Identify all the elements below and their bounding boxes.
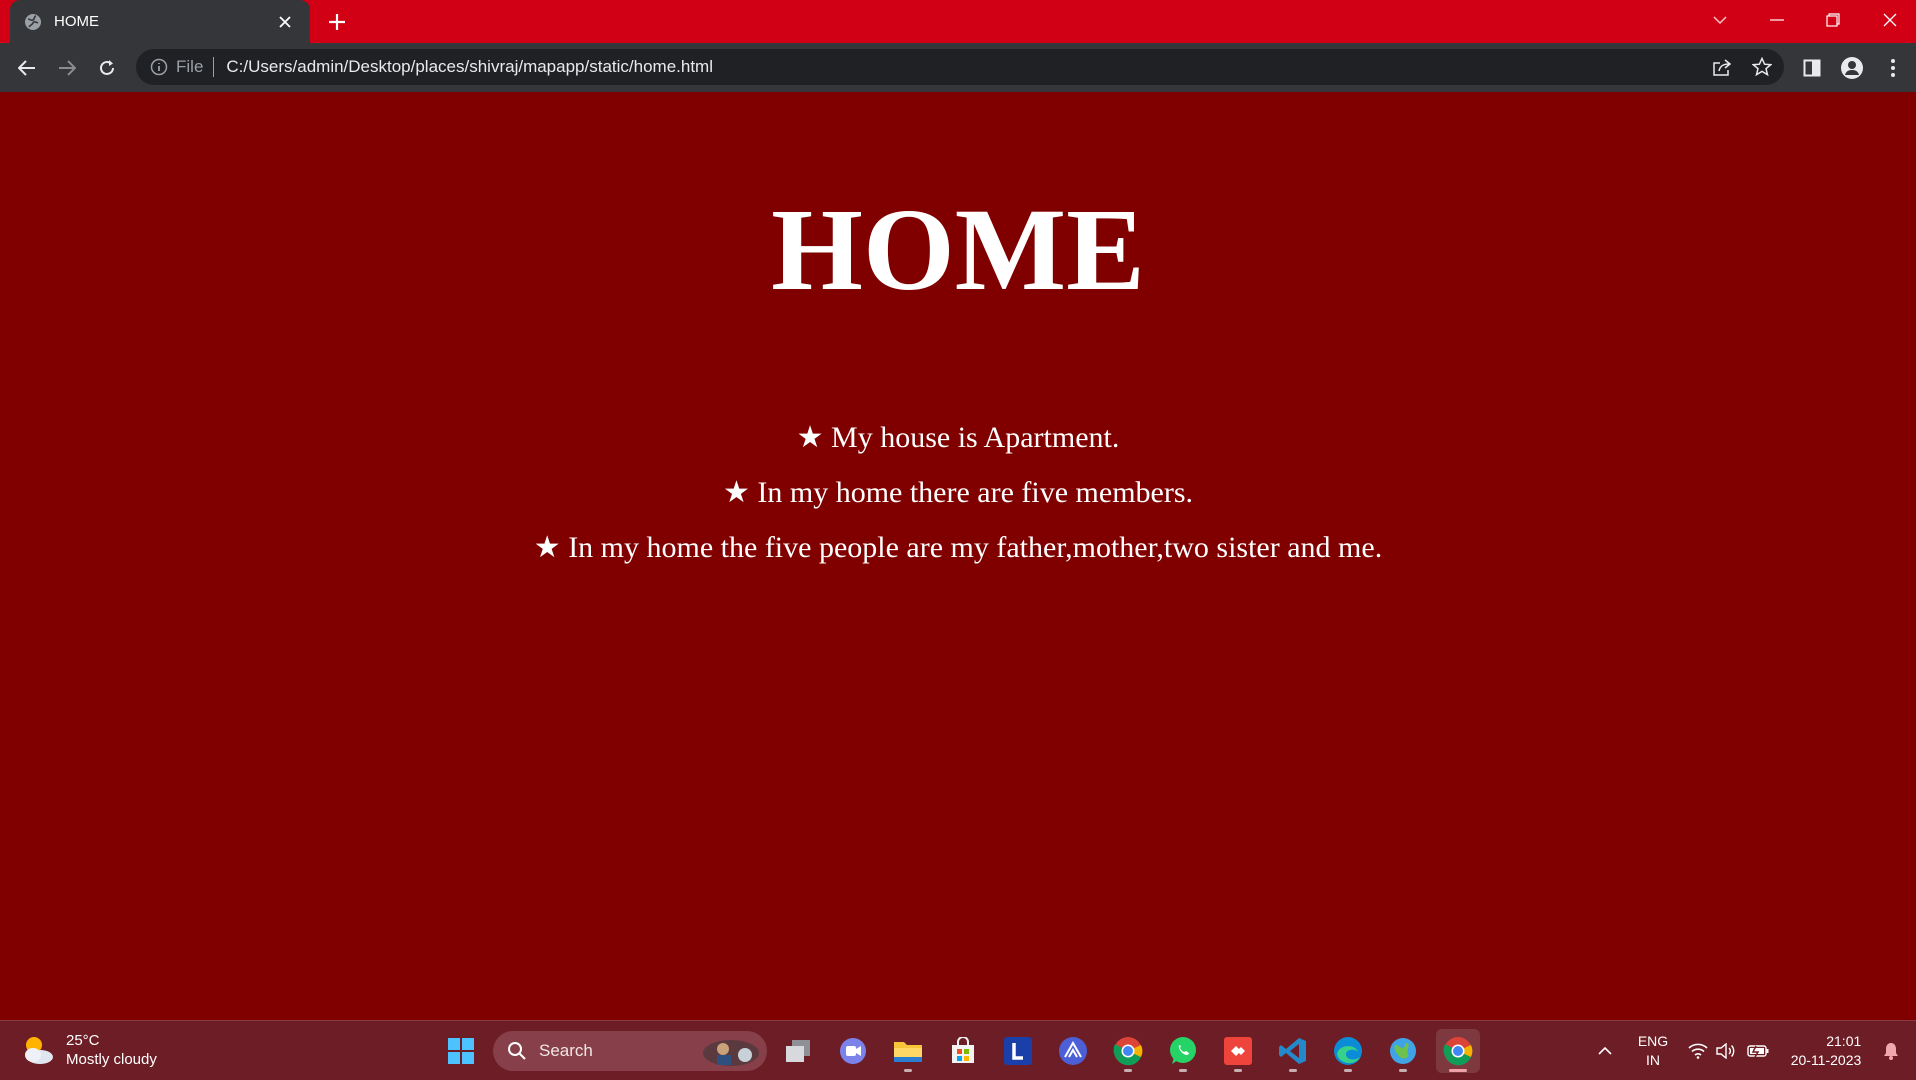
notification-bell-icon[interactable] — [1876, 1021, 1906, 1080]
bookmark-star-icon[interactable] — [1747, 52, 1777, 82]
running-indicator — [1344, 1069, 1352, 1072]
running-indicator — [1399, 1069, 1407, 1072]
weather-temperature: 25°C — [66, 1032, 100, 1049]
clock-date: 20-11-2023 — [1790, 1052, 1862, 1068]
language-indicator[interactable]: ENG IN — [1628, 1021, 1678, 1080]
volume-icon[interactable] — [1713, 1021, 1739, 1080]
l-app-icon[interactable] — [996, 1029, 1040, 1073]
triangle-app-icon[interactable] — [1051, 1029, 1095, 1073]
wifi-icon[interactable] — [1685, 1021, 1711, 1080]
running-indicator — [904, 1069, 912, 1072]
weather-description: Mostly cloudy — [66, 1051, 157, 1068]
new-tab-button[interactable] — [322, 8, 352, 36]
web-page: HOME ★ My house is Apartment. ★ In my ho… — [0, 92, 1916, 1020]
language-secondary: IN — [1646, 1052, 1660, 1068]
running-indicator — [1179, 1069, 1187, 1072]
microsoft-store-icon[interactable] — [941, 1029, 985, 1073]
info-icon[interactable] — [150, 58, 168, 76]
search-icon — [507, 1041, 527, 1061]
address-scheme: File — [176, 57, 204, 76]
running-indicator — [1289, 1069, 1297, 1072]
windows-taskbar: 25°C Mostly cloudy Search ENG IN 21:01 2… — [0, 1020, 1916, 1080]
running-indicator — [1234, 1069, 1242, 1072]
tab-title: HOME — [54, 13, 99, 30]
clock[interactable]: 21:01 20-11-2023 — [1780, 1021, 1872, 1080]
close-window-button[interactable] — [1862, 0, 1916, 40]
forward-button[interactable] — [52, 53, 82, 83]
address-url[interactable]: C:/Users/admin/Desktop/places/shivraj/ma… — [226, 57, 1784, 77]
address-bar[interactable]: File C:/Users/admin/Desktop/places/shivr… — [136, 49, 1784, 85]
clock-time: 21:01 — [1826, 1033, 1862, 1049]
search-placeholder: Search — [539, 1041, 593, 1060]
chrome-active-icon[interactable] — [1436, 1029, 1480, 1073]
edge-icon[interactable] — [1326, 1029, 1370, 1073]
tab-strip: HOME — [0, 0, 1916, 43]
menu-kebab-icon[interactable] — [1878, 53, 1908, 83]
list-item: ★ In my home the five people are my fath… — [533, 531, 1383, 564]
start-button[interactable] — [439, 1029, 483, 1073]
close-tab-icon[interactable] — [274, 11, 296, 33]
search-highlight-illustration — [701, 1035, 761, 1067]
whatsapp-icon[interactable] — [1161, 1029, 1205, 1073]
taskbar-search[interactable]: Search — [493, 1031, 767, 1071]
tab-home[interactable]: HOME — [10, 0, 310, 43]
list-item: ★ In my home there are five members. — [722, 476, 1194, 509]
teams-chat-icon[interactable] — [831, 1029, 875, 1073]
address-divider — [213, 57, 215, 77]
task-view-icon[interactable] — [776, 1029, 820, 1073]
restore-button[interactable] — [1805, 0, 1861, 40]
minimize-button[interactable] — [1749, 0, 1805, 40]
share-icon[interactable] — [1707, 52, 1737, 82]
chrome-icon[interactable] — [1106, 1029, 1150, 1073]
reload-button[interactable] — [92, 53, 122, 83]
tab-search-chevron-icon[interactable] — [1692, 0, 1748, 40]
running-indicator — [1449, 1069, 1467, 1072]
list-item: ★ My house is Apartment. — [796, 421, 1120, 454]
home-facts-list: ★ My house is Apartment. ★ In my home th… — [0, 410, 1916, 575]
globe-icon — [24, 13, 42, 31]
profile-avatar-icon[interactable] — [1837, 53, 1867, 83]
file-explorer-icon[interactable] — [886, 1029, 930, 1073]
side-panel-icon[interactable] — [1797, 53, 1827, 83]
globe-app-icon[interactable] — [1381, 1029, 1425, 1073]
browser-toolbar: File C:/Users/admin/Desktop/places/shivr… — [0, 43, 1916, 92]
partly-cloudy-icon — [20, 1033, 56, 1067]
vscode-icon[interactable] — [1271, 1029, 1315, 1073]
weather-widget[interactable]: 25°C Mostly cloudy — [20, 1031, 157, 1069]
anydesk-icon[interactable] — [1216, 1029, 1260, 1073]
page-heading: HOME — [771, 184, 1145, 315]
chevron-up-icon[interactable] — [1590, 1021, 1620, 1080]
running-indicator — [1124, 1069, 1132, 1072]
battery-icon[interactable] — [1743, 1021, 1773, 1080]
language-primary: ENG — [1637, 1033, 1669, 1049]
back-button[interactable] — [12, 53, 42, 83]
